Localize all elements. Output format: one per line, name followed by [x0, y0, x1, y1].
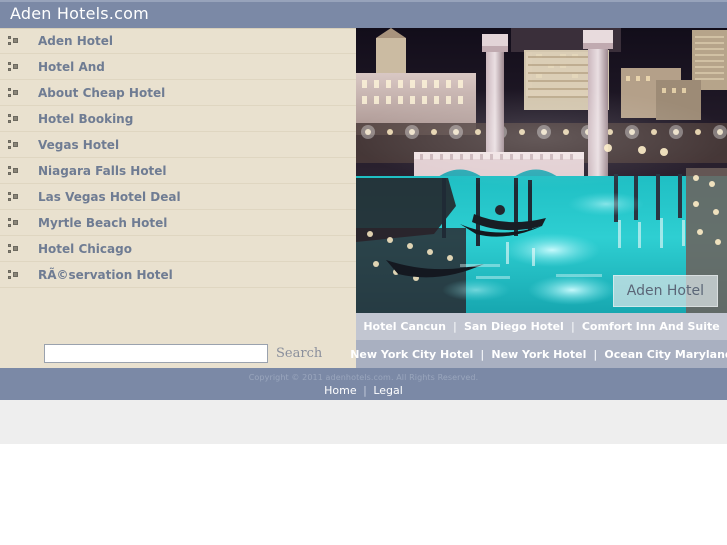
- hero-caption[interactable]: Aden Hotel: [612, 275, 718, 307]
- square-cluster-bullet-icon: [8, 191, 20, 203]
- sidebar: Aden Hotel Hotel And About Cheap Hotel H…: [0, 28, 356, 368]
- square-cluster-bullet-icon: [8, 243, 20, 255]
- hero-image: Aden Hotel: [356, 28, 727, 313]
- link-new-york-city-hotel[interactable]: New York City Hotel: [350, 348, 473, 361]
- site-header: Aden Hotels.com: [0, 0, 727, 28]
- sidebar-item-label: About Cheap Hotel: [38, 85, 166, 100]
- sidebar-item-label: Hotel Booking: [38, 111, 134, 126]
- search-button[interactable]: Search: [276, 346, 322, 361]
- link-separator: |: [593, 347, 598, 361]
- viewport-blank-area: [0, 444, 727, 545]
- sidebar-item-niagara-falls-hotel[interactable]: Niagara Falls Hotel: [0, 158, 356, 184]
- search-area: Search: [0, 315, 356, 368]
- footer-link-home[interactable]: Home: [324, 384, 356, 397]
- sidebar-item-label: Hotel And: [38, 59, 105, 74]
- square-cluster-bullet-icon: [8, 113, 20, 125]
- square-cluster-bullet-icon: [8, 269, 20, 281]
- venetian-night-photo-illustration: [356, 28, 727, 313]
- link-separator: |: [570, 320, 575, 333]
- search-input[interactable]: [44, 344, 268, 363]
- sidebar-item-aden-hotel[interactable]: Aden Hotel: [0, 28, 356, 54]
- sidebar-item-las-vegas-hotel-deal[interactable]: Las Vegas Hotel Deal: [0, 184, 356, 210]
- sidebar-nav: Aden Hotel Hotel And About Cheap Hotel H…: [0, 28, 356, 288]
- sidebar-item-reservation-hotel[interactable]: RÃ©servation Hotel: [0, 262, 356, 288]
- link-separator: |: [480, 347, 485, 361]
- sidebar-item-label: Vegas Hotel: [38, 137, 120, 152]
- square-cluster-bullet-icon: [8, 217, 20, 229]
- page-background-band: [0, 400, 727, 444]
- sidebar-item-label: Las Vegas Hotel Deal: [38, 189, 181, 204]
- sidebar-item-label: RÃ©servation Hotel: [38, 267, 173, 282]
- copyright-text: Copyright © 2011 adenhotels.com. All Rig…: [248, 373, 479, 382]
- link-comfort-inn-and-suite[interactable]: Comfort Inn And Suite: [582, 320, 720, 333]
- square-cluster-bullet-icon: [8, 35, 20, 47]
- sidebar-item-hotel-chicago[interactable]: Hotel Chicago: [0, 236, 356, 262]
- footer-link-legal[interactable]: Legal: [373, 384, 402, 397]
- sidebar-item-label: Hotel Chicago: [38, 241, 132, 256]
- link-ocean-city-maryland[interactable]: Ocean City Maryland: [604, 348, 727, 361]
- link-bar-row-1: Hotel Cancun | San Diego Hotel | Comfort…: [356, 313, 727, 340]
- square-cluster-bullet-icon: [8, 165, 20, 177]
- sidebar-item-hotel-booking[interactable]: Hotel Booking: [0, 106, 356, 132]
- site-footer: Copyright © 2011 adenhotels.com. All Rig…: [0, 368, 727, 400]
- page-root: Aden Hotels.com Aden Hotel Hotel And Abo…: [0, 0, 727, 545]
- link-bar-row-2: New York City Hotel | New York Hotel | O…: [350, 340, 727, 368]
- square-cluster-bullet-icon: [8, 87, 20, 99]
- sidebar-item-label: Niagara Falls Hotel: [38, 163, 167, 178]
- link-separator: |: [452, 320, 457, 333]
- sidebar-item-myrtle-beach-hotel[interactable]: Myrtle Beach Hotel: [0, 210, 356, 236]
- sidebar-item-about-cheap-hotel[interactable]: About Cheap Hotel: [0, 80, 356, 106]
- link-san-diego-hotel[interactable]: San Diego Hotel: [464, 320, 564, 333]
- sidebar-item-label: Aden Hotel: [38, 34, 114, 48]
- link-hotel-cancun[interactable]: Hotel Cancun: [363, 320, 446, 333]
- square-cluster-bullet-icon: [8, 61, 20, 73]
- footer-links: Home | Legal: [0, 384, 727, 397]
- square-cluster-bullet-icon: [8, 139, 20, 151]
- link-new-york-hotel[interactable]: New York Hotel: [491, 348, 586, 361]
- sidebar-item-label: Myrtle Beach Hotel: [38, 215, 168, 230]
- footer-link-separator: |: [363, 384, 367, 397]
- sidebar-item-vegas-hotel[interactable]: Vegas Hotel: [0, 132, 356, 158]
- sidebar-item-hotel-and[interactable]: Hotel And: [0, 54, 356, 80]
- hero-column: Aden Hotel Hotel Cancun | San Diego Hote…: [350, 28, 727, 368]
- page-title: Aden Hotels.com: [10, 4, 149, 23]
